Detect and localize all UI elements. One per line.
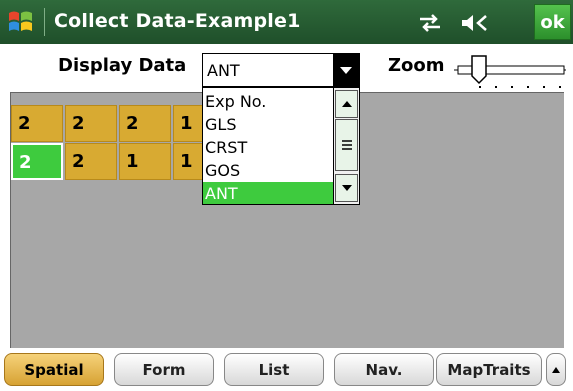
volume-icon[interactable] [460, 12, 490, 34]
tab-list[interactable]: List [224, 353, 324, 386]
scrollbar-thumb[interactable] [335, 119, 358, 171]
chevron-down-icon[interactable] [333, 54, 359, 86]
dropdown-option[interactable]: Exp No. [203, 90, 333, 113]
tab-scroll-up-icon[interactable] [546, 353, 566, 386]
dropdown-option-selected[interactable]: ANT [203, 182, 333, 204]
app-title: Collect Data-Example1 [54, 10, 301, 32]
ok-button[interactable]: ok [534, 4, 571, 40]
connectivity-icon[interactable] [418, 12, 442, 34]
zoom-slider-thumb[interactable] [471, 55, 487, 85]
dropdown-scrollbar[interactable] [333, 88, 359, 204]
windows-start-icon[interactable] [6, 7, 36, 37]
tab-form[interactable]: Form [114, 353, 214, 386]
tab-nav[interactable]: Nav. [334, 353, 434, 386]
grid-cell[interactable]: 2 [65, 143, 117, 180]
dropdown-option[interactable]: GOS [203, 159, 333, 182]
grid-cell[interactable]: 2 [119, 105, 171, 142]
grid-cell[interactable]: 2 [65, 105, 117, 142]
tab-maptraits[interactable]: MapTraits [436, 353, 542, 386]
scroll-up-icon[interactable] [335, 90, 358, 118]
display-data-select[interactable]: ANT [202, 53, 360, 87]
dropdown-option[interactable]: GLS [203, 113, 333, 136]
display-data-dropdown: Exp No. GLS CRST GOS ANT [202, 87, 360, 205]
tab-bar: Spatial Form List Nav. MapTraits [0, 348, 573, 391]
scroll-down-icon[interactable] [335, 174, 358, 202]
display-data-value: ANT [207, 61, 240, 80]
tab-spatial[interactable]: Spatial [4, 353, 104, 386]
zoom-label: Zoom [388, 55, 445, 76]
grid-cell[interactable]: 1 [119, 143, 171, 180]
display-data-label: Display Data [58, 55, 187, 76]
zoom-slider[interactable] [450, 50, 570, 90]
title-bar: Collect Data-Example1 ok [0, 0, 573, 44]
title-separator [44, 8, 45, 36]
grid-cell[interactable]: 2 [11, 105, 63, 142]
grid-cell-selected[interactable]: 2 [11, 143, 63, 180]
dropdown-option[interactable]: CRST [203, 136, 333, 159]
